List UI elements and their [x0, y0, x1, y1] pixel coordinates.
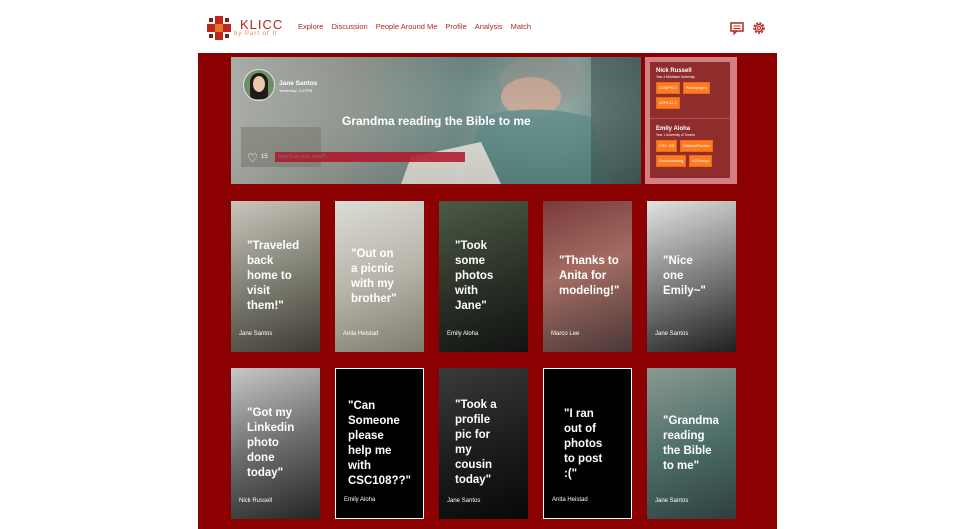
nav-explore[interactable]: Explore [298, 22, 323, 31]
interest-tag[interactable]: Snowboarding [656, 155, 687, 167]
match-card[interactable]: Emily Aloha Year 1 University of Toronto… [656, 126, 728, 167]
post-quote: "Grandma reading the Bible to me" [663, 415, 719, 472]
klicc-logo-icon[interactable] [206, 15, 232, 41]
interest-tag[interactable]: cGPA 11.2 [656, 97, 680, 109]
interest-tag[interactable]: CSC 108 [656, 140, 678, 152]
post-quote: "Got my Linkedin photo done today" [247, 407, 295, 479]
top-bar: KLICC by Part of It Explore Discussion P… [0, 0, 974, 53]
interest-tag[interactable]: UXDesign [689, 155, 713, 167]
heart-icon[interactable]: ♡ [247, 152, 260, 164]
brand-name[interactable]: KLICC [240, 17, 283, 32]
post-tile[interactable]: "Thanks to Anita for modeling!" Marco Le… [543, 201, 632, 352]
interest-tag[interactable]: COMPSCI [656, 82, 680, 94]
nav-match[interactable]: Match [511, 22, 531, 31]
gear-icon[interactable] [751, 20, 767, 36]
nav-profile[interactable]: Profile [445, 22, 466, 31]
nav-analysis[interactable]: Analysis [475, 22, 503, 31]
post-author[interactable]: Jane Santos [655, 498, 688, 504]
match-tags: COMPSCI Photography cGPA 11.2 [656, 82, 728, 109]
post-quote: "Nice one Emily~" [663, 255, 706, 297]
nav-discussion[interactable]: Discussion [331, 22, 367, 31]
post-author[interactable]: Jane Santos [239, 331, 272, 337]
post-tile[interactable]: "I ran out of photos to post :(" Anita H… [543, 368, 632, 519]
post-tile[interactable]: "Traveled back home to visit them!" Jane… [231, 201, 320, 352]
featured-post[interactable]: Jane Santos Yesterday, 3:17PM Grandma re… [231, 57, 641, 184]
post-tile[interactable]: "Out on a picnic with my brother" Anila … [335, 201, 424, 352]
post-tile[interactable]: "Grandma reading the Bible to me" Jane S… [647, 368, 736, 519]
match-name[interactable]: Nick Russell [656, 68, 728, 74]
post-author[interactable]: Emily Aloha [447, 331, 478, 337]
post-author[interactable]: Jane Santos [655, 331, 688, 337]
match-tags: CSC 108 MidtermReview Snowboarding UXDes… [656, 140, 728, 167]
post-author[interactable]: Anita Heistad [552, 497, 588, 503]
post-quote: "I ran out of photos to post :(" [564, 408, 603, 480]
like-count: 15 [261, 154, 268, 160]
post-quote: "Took a profile pic for my cousin today" [455, 399, 497, 486]
message-icon[interactable] [729, 20, 745, 36]
interest-tag[interactable]: MidtermReview [680, 140, 713, 152]
post-author[interactable]: Anila Heistad [343, 331, 378, 337]
match-info: Year 4 McMaster University [656, 75, 695, 79]
post-quote: "Took some photos with Jane" [455, 240, 494, 312]
post-author[interactable]: Emily Aloha [344, 497, 375, 503]
main-panel: Jane Santos Yesterday, 3:17PM Grandma re… [198, 53, 777, 529]
post-author[interactable]: Marco Lee [551, 331, 579, 337]
post-tile[interactable]: "Can Someone please help me with CSC108?… [335, 368, 424, 519]
post-quote: "Can Someone please help me with CSC108?… [348, 400, 411, 487]
post-title: Grandma reading the Bible to me [342, 114, 531, 128]
post-author[interactable]: Jane Santos [279, 80, 317, 87]
brand-tagline: by Part of It [234, 31, 278, 37]
match-info: Year 1 University of Toronto [656, 133, 695, 137]
post-timestamp: Yesterday, 3:17PM [279, 88, 313, 93]
main-nav: Explore Discussion People Around Me Prof… [298, 22, 531, 31]
match-list: Nick Russell Year 4 McMaster University … [650, 62, 730, 178]
post-quote: "Thanks to Anita for modeling!" [559, 255, 620, 297]
avatar[interactable] [243, 69, 275, 101]
comment-input[interactable] [275, 152, 465, 162]
post-quote: "Out on a picnic with my brother" [351, 248, 397, 305]
nav-people-around-me[interactable]: People Around Me [376, 22, 438, 31]
post-quote: "Traveled back home to visit them!" [247, 240, 300, 312]
match-name[interactable]: Emily Aloha [656, 126, 728, 132]
post-author[interactable]: Jane Santos [447, 498, 480, 504]
match-card[interactable]: Nick Russell Year 4 McMaster University … [656, 68, 728, 109]
post-tile[interactable]: "Took some photos with Jane" Emily Aloha [439, 201, 528, 352]
post-author[interactable]: Nick Russell [239, 498, 272, 504]
post-tile[interactable]: "Nice one Emily~" Jane Santos [647, 201, 736, 352]
interest-tag[interactable]: Photography [682, 82, 711, 94]
post-tile[interactable]: "Got my Linkedin photo done today" Nick … [231, 368, 320, 519]
divider [650, 118, 730, 119]
match-panel: Nick Russell Year 4 McMaster University … [645, 57, 737, 184]
post-tile[interactable]: "Took a profile pic for my cousin today"… [439, 368, 528, 519]
